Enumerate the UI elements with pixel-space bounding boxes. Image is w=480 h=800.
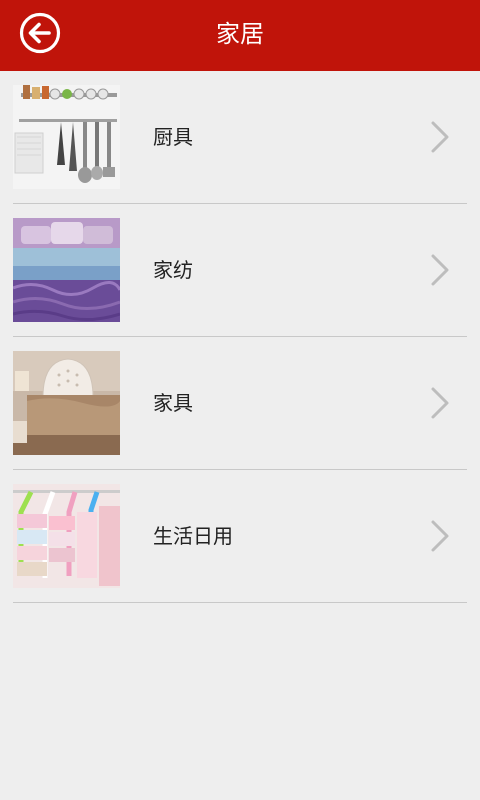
category-label: 家具 (153, 391, 193, 415)
page-title: 家居 (216, 20, 264, 48)
furniture-image (13, 351, 120, 455)
home-textiles-image (13, 218, 120, 322)
kitchenware-image (13, 85, 120, 189)
chevron-right-icon (428, 386, 452, 420)
divider (13, 602, 467, 603)
list-item-home-textiles[interactable]: 家纺 (0, 204, 480, 337)
category-label: 生活日用 (153, 524, 233, 548)
list-item-daily-necessities[interactable]: 生活日用 (0, 470, 480, 603)
chevron-right-icon (428, 253, 452, 287)
chevron-right-icon (428, 120, 452, 154)
category-list: 厨具 家纺 家具 生活日用 (0, 71, 480, 603)
list-item-furniture[interactable]: 家具 (0, 337, 480, 470)
chevron-right-icon (428, 519, 452, 553)
list-item-kitchenware[interactable]: 厨具 (0, 71, 480, 204)
app-bar: 家居 (0, 0, 480, 71)
category-label: 厨具 (153, 125, 193, 149)
category-label: 家纺 (153, 258, 193, 282)
daily-necessities-image (13, 484, 120, 588)
